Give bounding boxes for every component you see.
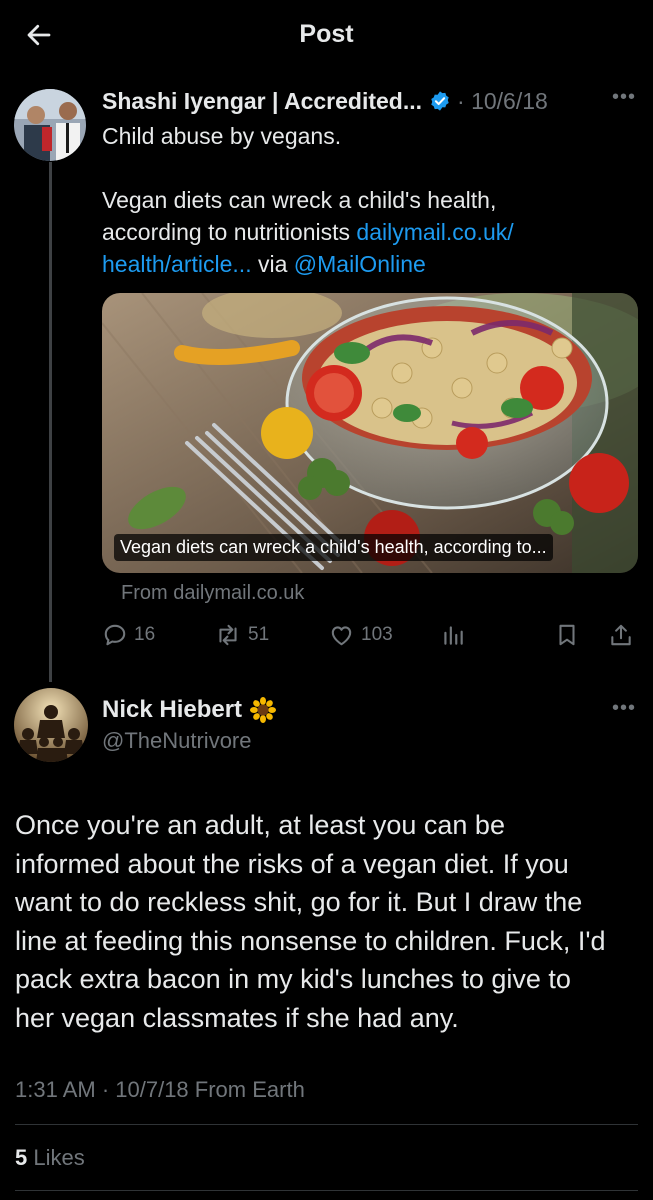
likes-label: Likes — [27, 1145, 85, 1170]
back-button[interactable] — [22, 18, 56, 52]
divider — [15, 1124, 638, 1125]
more-icon[interactable]: ••• — [612, 697, 636, 720]
like-count: 103 — [361, 624, 393, 645]
views-button[interactable] — [440, 620, 472, 650]
arrow-left-icon — [27, 24, 51, 46]
tweet-actions: 16 51 103 — [102, 620, 638, 650]
retweet-icon — [219, 624, 237, 646]
tweet-date[interactable]: · 10/6/18 — [457, 88, 548, 115]
tweet-text-line: Child abuse by vegans. — [102, 123, 342, 149]
top-bar: Post — [0, 0, 653, 68]
likes-summary[interactable]: 5 Likes — [15, 1145, 85, 1171]
reply-handle[interactable]: @TheNutrivore — [102, 728, 252, 754]
verified-badge-icon — [431, 91, 449, 111]
avatar[interactable] — [14, 89, 86, 161]
retweet-button[interactable]: 51 — [214, 620, 269, 650]
article-link-continued[interactable]: health/article... — [102, 251, 252, 277]
link-card-title: Vegan diets can wreck a child's health, … — [114, 534, 553, 561]
tweet-header: Shashi Iyengar | Accredited... · 10/6/18 — [102, 84, 548, 118]
retweet-count: 51 — [248, 624, 270, 645]
reply-count: 16 — [134, 624, 156, 645]
reply-button[interactable]: 16 — [102, 620, 155, 650]
tweet-text-line: Vegan diets can wreck a child's health, — [102, 187, 497, 213]
reply-text: Once you're an adult, at least you can b… — [15, 806, 640, 1037]
thread-line — [49, 162, 52, 682]
reply-text-line: want to do reckless shit, go for it. But… — [15, 887, 583, 917]
tweet-timestamp[interactable]: 1:31 AM · 10/7/18 From Earth — [15, 1077, 305, 1103]
tweet-text-segment: according to nutritionists — [102, 219, 357, 245]
mention-link[interactable]: @MailOnline — [294, 251, 426, 277]
sunflower-emoji-icon — [250, 697, 277, 723]
reply-text-line: pack extra bacon in my kid's lunches to … — [15, 964, 571, 994]
page-title: Post — [299, 20, 354, 48]
tweet-text: Child abuse by vegans. Vegan diets can w… — [102, 120, 632, 280]
author-name[interactable]: Shashi Iyengar | Accredited... — [102, 88, 422, 115]
reply-icon — [104, 624, 126, 646]
tweet-text-segment: via — [251, 251, 294, 277]
article-image — [102, 293, 638, 573]
more-icon[interactable]: ••• — [612, 86, 636, 109]
heart-icon — [331, 626, 352, 646]
likes-count: 5 — [15, 1145, 28, 1170]
reply-text-line: informed about the risks of a vegan diet… — [15, 848, 569, 879]
like-button[interactable]: 103 — [328, 620, 393, 650]
share-icon — [611, 624, 631, 646]
reply-text-line: Once you're an adult, at least you can b… — [15, 810, 505, 840]
bookmark-icon — [559, 624, 575, 646]
link-source[interactable]: From dailymail.co.uk — [121, 582, 304, 605]
bookmark-button[interactable] — [554, 620, 586, 650]
link-preview-card[interactable]: Vegan diets can wreck a child's health, … — [102, 293, 638, 573]
views-icon — [444, 626, 463, 645]
reply-text-line: line at feeding this nonsense to childre… — [15, 925, 606, 956]
share-button[interactable] — [608, 620, 640, 650]
article-link[interactable]: dailymail.co.uk/ — [356, 219, 513, 245]
divider — [15, 1190, 638, 1191]
author-name: Nick Hiebert — [102, 696, 243, 723]
reply-text-line: her vegan classmates if she had any. — [15, 1002, 459, 1033]
reply-author[interactable]: Nick Hiebert — [102, 696, 277, 724]
avatar[interactable] — [14, 688, 88, 762]
